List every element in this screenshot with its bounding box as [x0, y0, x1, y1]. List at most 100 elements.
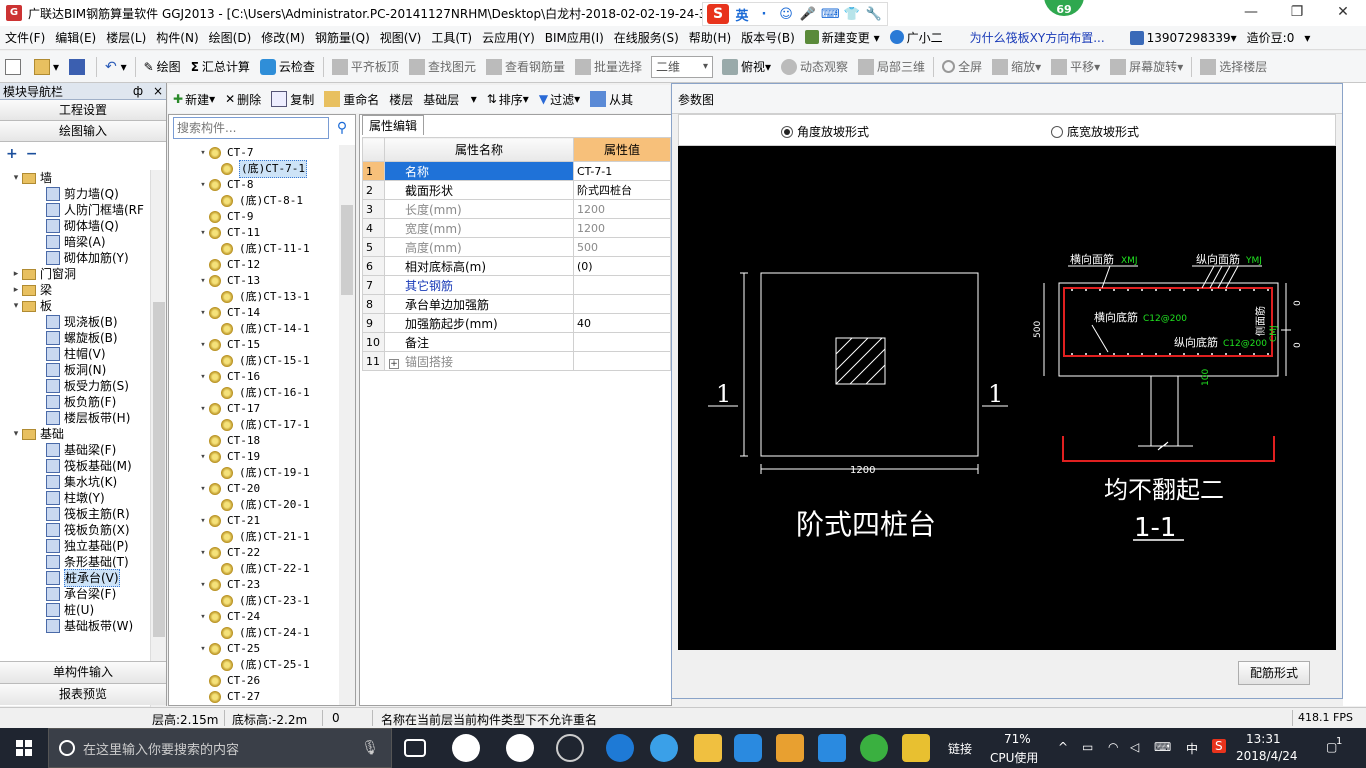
property-row[interactable]: 7 其它钢筋 [362, 275, 672, 295]
property-name-cell[interactable]: 备注 [383, 332, 574, 352]
assistant-menu[interactable]: 广小二 [885, 29, 948, 46]
tree-item[interactable]: 剪力墙(Q) [0, 186, 150, 202]
report-preview-tab[interactable]: 报表预览 [0, 683, 166, 705]
cloud-check-button[interactable]: 云检查 [255, 55, 320, 79]
property-row[interactable]: 4 宽度(mm) 1200 [362, 218, 672, 238]
local-3d-button[interactable]: 局部三维 [853, 55, 930, 79]
close-button[interactable]: ✕ [1320, 0, 1366, 26]
chevron-down-icon[interactable]: ▾ [197, 481, 209, 497]
chevron-right-icon[interactable]: ▸ [10, 266, 22, 282]
sogou-tray-icon[interactable]: S [1212, 739, 1226, 753]
file-explorer-icon[interactable] [694, 734, 722, 762]
property-name-cell[interactable]: 长度(mm) [383, 199, 574, 219]
tree-folder[interactable]: ▾ 墙 [0, 170, 150, 186]
menu-modify[interactable]: 修改(M) [256, 29, 310, 46]
help-app-icon[interactable] [902, 734, 930, 762]
component-child-item[interactable]: (底)CT-13-1 [169, 289, 339, 305]
more-menu-icon[interactable]: ▾ [1299, 31, 1315, 45]
glodon-app-icon[interactable] [818, 734, 846, 762]
component-child-item[interactable]: (底)CT-15-1 [169, 353, 339, 369]
top-view-button[interactable]: 俯视 ▾ [717, 55, 776, 79]
rotate-screen-button[interactable]: 屏幕旋转 ▾ [1105, 55, 1188, 79]
property-name-cell[interactable]: 加强筋起步(mm) [383, 313, 574, 333]
ime-emoji-icon[interactable]: ☺ [777, 7, 795, 22]
ime-keyboard-icon[interactable]: ⌨ [821, 7, 840, 22]
property-row[interactable]: 10 备注 [362, 332, 672, 352]
property-name-cell[interactable]: 承台单边加强筋 [383, 294, 574, 314]
component-item[interactable]: ▾ CT-13 [169, 273, 339, 289]
tree-item[interactable]: 砌体墙(Q) [0, 218, 150, 234]
property-value-cell[interactable] [572, 332, 672, 352]
tree-item[interactable]: 螺旋板(B) [0, 330, 150, 346]
chevron-down-icon[interactable]: ▾ [10, 298, 22, 314]
tree-item[interactable]: 承台梁(F) [0, 586, 150, 602]
chevron-down-icon[interactable]: ▾ [10, 426, 22, 442]
tree-item[interactable]: 基础板带(W) [0, 618, 150, 634]
find-element-button[interactable]: 查找图元 [404, 55, 481, 79]
task-view-icon[interactable] [404, 739, 426, 757]
chevron-down-icon[interactable]: ▾ [197, 513, 209, 529]
property-row[interactable]: 8 承台单边加强筋 [362, 294, 672, 314]
ime-punctuation-icon[interactable]: · [755, 7, 773, 22]
tree-item[interactable]: 砌体加筋(Y) [0, 250, 150, 266]
component-child-item[interactable]: (底)CT-11-1 [169, 241, 339, 257]
component-search-input[interactable]: 搜索构件... [173, 117, 329, 139]
zoom-button[interactable]: 缩放 ▾ [987, 55, 1046, 79]
single-input-tab[interactable]: 单构件输入 [0, 661, 166, 683]
scroll-thumb[interactable] [153, 302, 165, 637]
select-floor-button[interactable]: 选择楼层 [1195, 55, 1272, 79]
floor-select[interactable]: 基础层 ▾ [418, 87, 481, 111]
component-child-item[interactable]: (底)CT-14-1 [169, 321, 339, 337]
property-value-cell[interactable]: 500 [572, 237, 672, 257]
view-rebar-button[interactable]: 查看钢筋量 [481, 55, 570, 79]
search-icon[interactable]: ⚲ [331, 117, 353, 139]
radio-width-slope[interactable]: 底宽放坡形式 [1051, 123, 1139, 140]
menu-cloud[interactable]: 云应用(Y) [477, 29, 540, 46]
tree-folder[interactable]: ▸ 梁 [0, 282, 150, 298]
chevron-down-icon[interactable]: ▾ [197, 177, 209, 193]
keyboard-icon[interactable]: ⌨ [1154, 740, 1171, 754]
component-item[interactable]: ▾ CT-24 [169, 609, 339, 625]
ie-blue-icon[interactable] [650, 734, 678, 762]
component-item[interactable]: CT-12 [169, 257, 339, 273]
tree-item[interactable]: 筏板基础(M) [0, 458, 150, 474]
component-list-scrollbar[interactable] [339, 145, 355, 705]
tree-folder[interactable]: ▸ 门窗洞 [0, 266, 150, 282]
microphone-icon[interactable]: 🎙 [361, 740, 379, 756]
tree-item[interactable]: 桩(U) [0, 602, 150, 618]
property-name-cell[interactable]: 截面形状 [383, 180, 574, 200]
undo-button[interactable]: ↶ ▾ [100, 55, 132, 79]
component-child-item[interactable]: (底)CT-25-1 [169, 657, 339, 673]
tree-item[interactable]: 筏板主筋(R) [0, 506, 150, 522]
tree-item[interactable]: 条形基础(T) [0, 554, 150, 570]
component-item[interactable]: ▾ CT-7 [169, 145, 339, 161]
new-file-button[interactable] [0, 55, 29, 79]
copy-component-button[interactable]: 复制 [266, 87, 319, 111]
expand-all-icon[interactable]: + [6, 146, 18, 162]
component-item[interactable]: ▾ CT-19 [169, 449, 339, 465]
copy-from-other-button[interactable]: 从其 [585, 87, 638, 111]
spiral-app-icon[interactable] [556, 734, 584, 762]
taskbar-search-input[interactable]: 在这里输入你要搜索的内容 🎙 [48, 728, 392, 768]
tree-item[interactable]: 独立基础(P) [0, 538, 150, 554]
link-tray[interactable]: 链接 [948, 740, 972, 757]
component-item[interactable]: CT-26 [169, 673, 339, 689]
menu-help[interactable]: 帮助(H) [684, 29, 736, 46]
property-name-cell[interactable]: 名称 [383, 161, 574, 181]
property-value-cell[interactable]: 40 [572, 313, 672, 333]
input-language[interactable]: 中 [1186, 740, 1198, 757]
chevron-down-icon[interactable]: ▾ [197, 577, 209, 593]
component-child-item[interactable]: (底)CT-17-1 [169, 417, 339, 433]
draw-input-tab[interactable]: 绘图输入 [0, 121, 166, 142]
clock-date[interactable]: 2018/4/24 [1236, 749, 1298, 763]
property-value-cell[interactable]: 1200 [572, 199, 672, 219]
open-file-button[interactable]: ▾ [29, 55, 64, 79]
property-value-cell[interactable]: 阶式四桩台 [572, 180, 672, 200]
rebar-form-button[interactable]: 配筋形式 [1238, 661, 1310, 685]
property-row[interactable]: 5 高度(mm) 500 [362, 237, 672, 257]
account-menu[interactable]: 13907298339 ▾ [1125, 30, 1242, 45]
menu-component[interactable]: 构件(N) [151, 29, 203, 46]
dynamic-view-button[interactable]: 动态观察 [776, 55, 853, 79]
chevron-down-icon[interactable]: ▾ [10, 170, 22, 186]
ime-skin-icon[interactable]: 👕 [843, 7, 861, 22]
